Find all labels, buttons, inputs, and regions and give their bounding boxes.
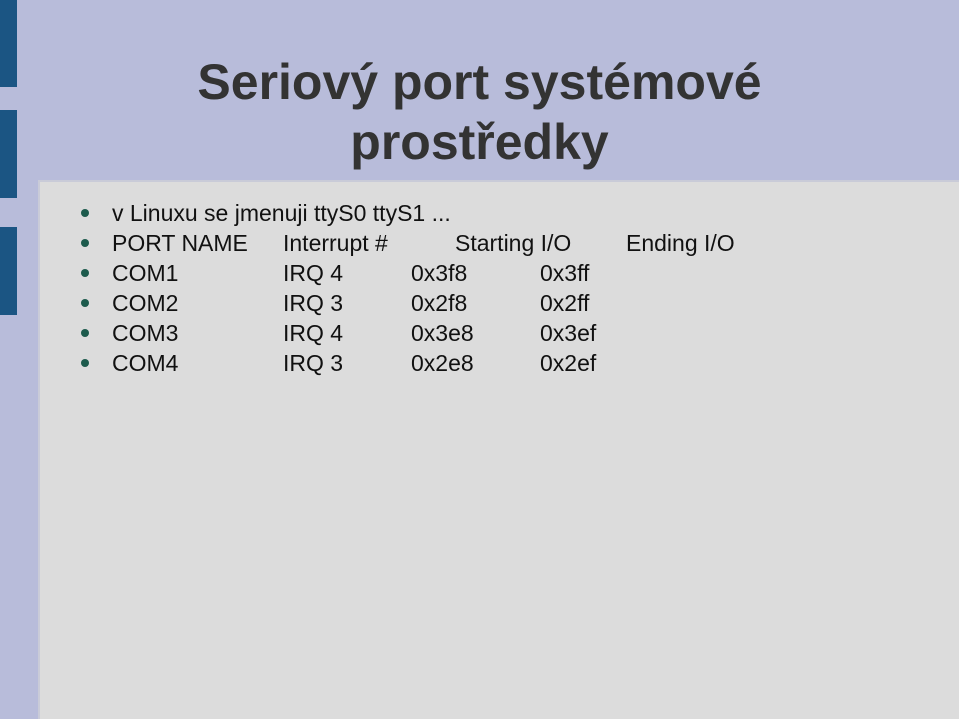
ending-io: 0x3ff [540, 260, 590, 286]
port-name: COM4 [112, 350, 179, 376]
interrupt: IRQ 4 [283, 260, 344, 286]
slide-title: Seriový port systémové prostředky [0, 52, 959, 172]
header-ending-io: Ending I/O [626, 230, 735, 256]
bullet-icon [81, 329, 89, 337]
header-starting-io: Starting I/O [455, 230, 572, 256]
starting-io: 0x3f8 [411, 260, 468, 286]
interrupt: IRQ 3 [283, 350, 344, 376]
bullet-icon [81, 239, 89, 247]
slide-title-line-2: prostředky [350, 114, 609, 170]
bullet-icon [81, 359, 89, 367]
bullet-icon [81, 299, 89, 307]
bullet-icon [81, 209, 89, 217]
port-name: COM1 [112, 260, 179, 286]
ending-io: 0x2ff [540, 290, 590, 316]
starting-io: 0x2f8 [411, 290, 468, 316]
port-name: COM2 [112, 290, 179, 316]
intro-text: v Linuxu se jmenuji ttyS0 ttyS1 ... [112, 200, 451, 226]
header-interrupt: Interrupt # [283, 230, 388, 256]
starting-io: 0x3e8 [411, 320, 474, 346]
bullet-icon [81, 269, 89, 277]
interrupt: IRQ 3 [283, 290, 344, 316]
port-name: COM3 [112, 320, 179, 346]
starting-io: 0x2e8 [411, 350, 474, 376]
header-port-name: PORT NAME [112, 230, 248, 256]
accent-bar-bottom [0, 227, 17, 315]
interrupt: IRQ 4 [283, 320, 344, 346]
ending-io: 0x2ef [540, 350, 597, 376]
ending-io: 0x3ef [540, 320, 597, 346]
slide-title-line-1: Seriový port systémové [197, 54, 762, 110]
